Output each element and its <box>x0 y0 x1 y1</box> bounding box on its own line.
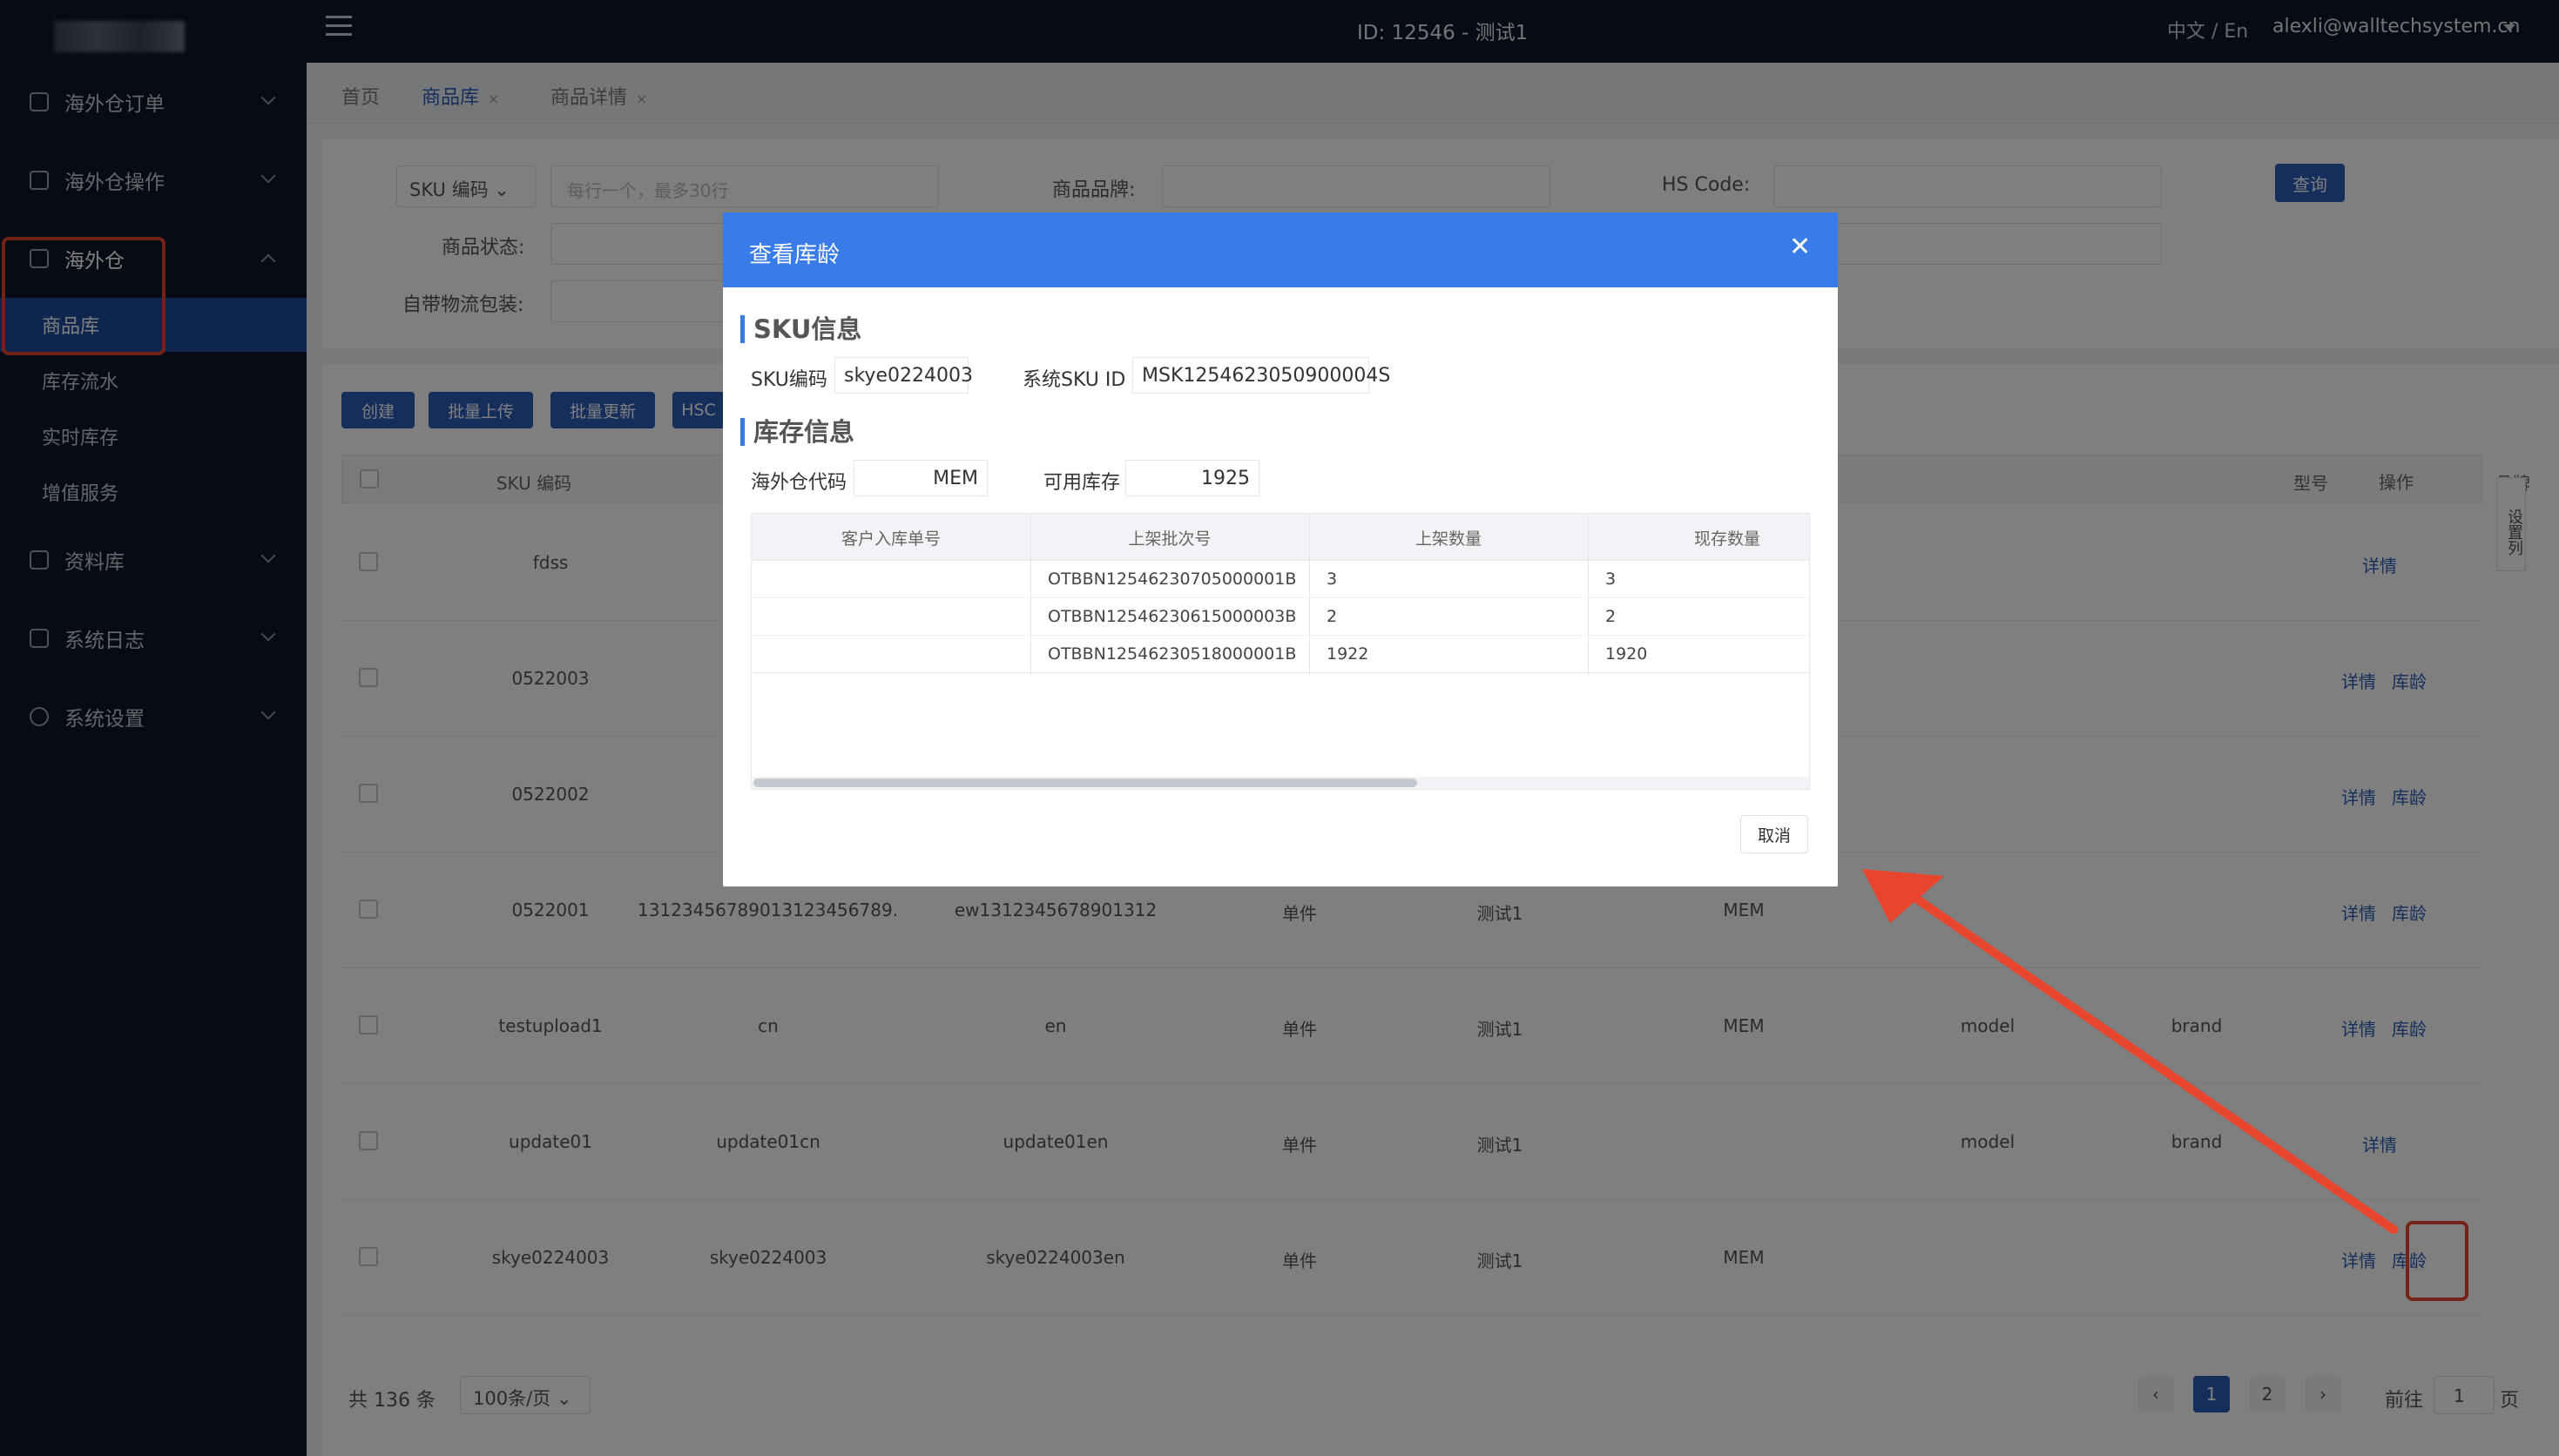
table-row: OTBBN12546230705000001B 3 3 <box>752 561 1809 598</box>
stock-age-table: 客户入库单号 上架批次号 上架数量 现存数量 OTBBN125462307050… <box>751 513 1810 790</box>
stock-age-table-header: 客户入库单号 上架批次号 上架数量 现存数量 <box>752 514 1809 561</box>
sku-code-value: skye0224003 <box>834 357 973 394</box>
cancel-button[interactable]: 取消 <box>1740 815 1808 853</box>
dialog-title: 查看库龄 <box>749 242 841 268</box>
stock-info-title: 库存信息 <box>740 418 854 446</box>
sku-info-title: SKU信息 <box>740 315 861 343</box>
system-sku-value: MSK1254623050900004S <box>1132 357 1390 394</box>
stock-age-dialog: 查看库龄 ✕ SKU信息 SKU编码 skye0224003 系统SKU ID … <box>723 212 1838 886</box>
horizontal-scrollbar[interactable] <box>752 777 1809 789</box>
table-row: OTBBN12546230615000003B 2 2 <box>752 598 1809 636</box>
available-stock-value: 1925 <box>1125 460 1259 496</box>
table-row: OTBBN12546230518000001B 1922 1920 <box>752 636 1809 673</box>
warehouse-code-value: MEM <box>854 460 988 496</box>
close-icon[interactable]: ✕ <box>1789 232 1811 262</box>
dialog-header: 查看库龄 ✕ <box>723 212 1838 287</box>
